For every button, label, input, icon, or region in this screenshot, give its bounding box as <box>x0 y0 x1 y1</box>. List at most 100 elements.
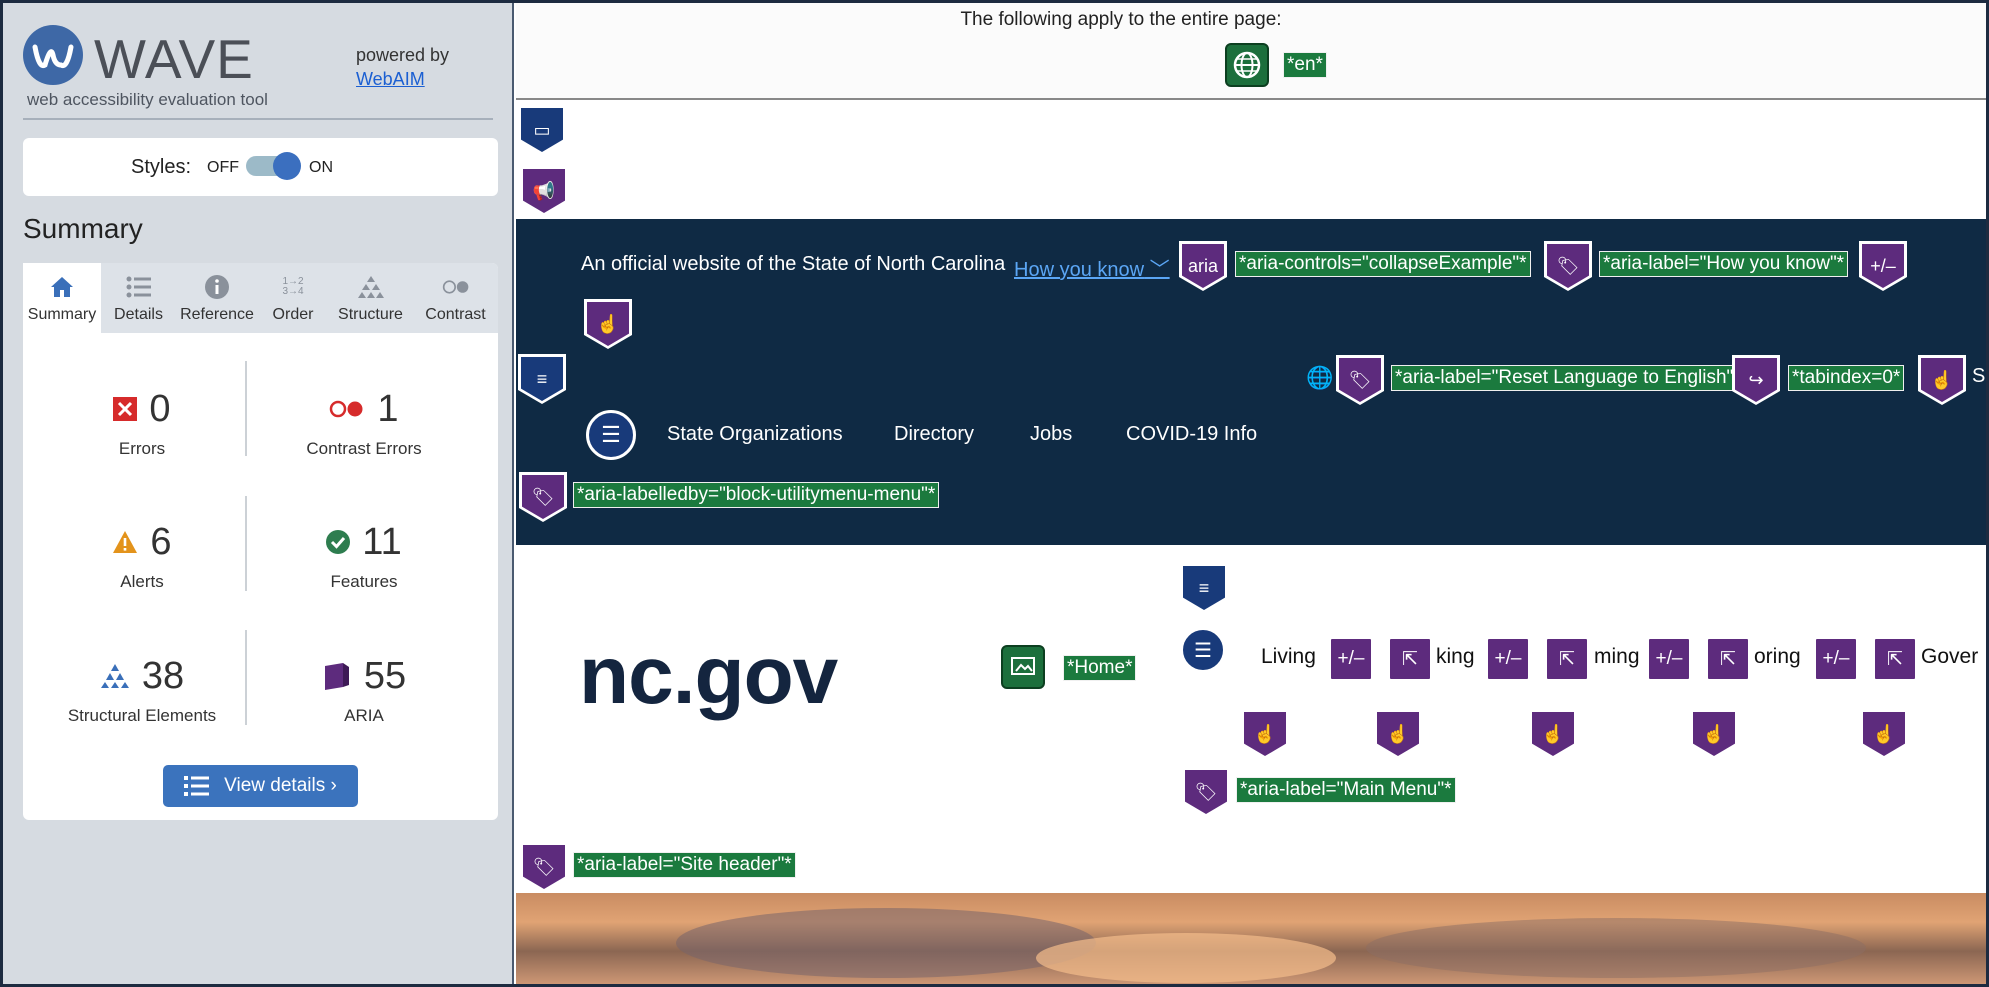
error-icon <box>113 397 138 421</box>
aria-label-reset-tag: *aria-label="Reset Language to English"* <box>1391 365 1745 391</box>
tabindex-icon[interactable]: ↪ <box>1732 355 1780 405</box>
aria-label-icon[interactable]: 🏷 <box>1336 355 1384 405</box>
tab-order[interactable]: 1→2 3→4 Order <box>258 263 328 333</box>
tab-structure[interactable]: Structure <box>328 263 413 333</box>
menu-item-government[interactable]: Gover <box>1921 645 1978 669</box>
aria-label-site-header-tag: *aria-label="Site header"* <box>573 852 796 878</box>
screenshot-frame: WAVE web accessibility evaluation tool p… <box>0 0 1989 987</box>
aria-tabindex-icon[interactable]: ☝ <box>1374 709 1422 759</box>
styles-label: Styles: <box>131 156 192 178</box>
tab-contrast[interactable]: Contrast <box>413 263 498 333</box>
aria-labelledby-tag: *aria-labelledby="block-utilitymenu-menu… <box>573 482 940 508</box>
view-details-button[interactable]: View details › <box>163 765 358 807</box>
evaluated-page: The following apply to the entire page: … <box>516 3 1986 984</box>
aria-tabindex-icon[interactable]: ☝ <box>1690 709 1738 759</box>
tab-summary[interactable]: Summary <box>23 263 101 333</box>
nav-jobs[interactable]: Jobs <box>1030 423 1072 446</box>
stat-contrast-errors[interactable]: 1 Contrast Errors <box>259 385 469 459</box>
aria-label-icon[interactable]: 🏷 <box>520 842 568 892</box>
tabs-bar: Summary Details Reference 1→2 3→4 Order … <box>23 263 498 333</box>
nav-covid-info[interactable]: COVID-19 Info <box>1126 423 1257 446</box>
stat-features[interactable]: 11 Features <box>259 518 469 592</box>
header-region-icon[interactable]: ▭ <box>518 105 566 155</box>
aria-count: 55 <box>363 654 407 697</box>
linked-image-icon[interactable] <box>1001 645 1045 689</box>
aria-popup-icon[interactable]: ⇱ <box>1706 637 1750 681</box>
features-label: Features <box>330 572 398 591</box>
summary-heading: Summary <box>23 213 143 244</box>
aria-expanded-icon[interactable]: +/– <box>1859 241 1907 291</box>
aria-label-icon[interactable]: 🏷 <box>1182 767 1230 817</box>
site-utility-header: An official website of the State of Nort… <box>516 219 1986 545</box>
wave-tagline: web accessibility evaluation tool <box>27 90 268 109</box>
aria-popup-icon[interactable]: ⇱ <box>1873 637 1917 681</box>
stat-aria[interactable]: 55 ARIA <box>259 652 469 726</box>
aria-popup-icon[interactable]: ⇱ <box>1388 637 1432 681</box>
aria-icon[interactable]: aria <box>1179 241 1227 291</box>
aria-popup-icon[interactable]: ⇱ <box>1545 637 1589 681</box>
stat-structural[interactable]: 38 Structural Elements <box>37 652 247 726</box>
structure-icon <box>100 664 129 688</box>
wave-logo: WAVE web accessibility evaluation tool p… <box>23 25 493 120</box>
aria-expanded-icon[interactable]: +/– <box>1647 637 1691 681</box>
aria-expanded-icon[interactable]: +/– <box>1814 637 1858 681</box>
official-site-text: An official website of the State of Nort… <box>581 253 1006 275</box>
globe-icon[interactable]: 🌐 <box>1306 365 1333 391</box>
aria-alert-icon[interactable]: 📢 <box>520 166 568 216</box>
tab-reference[interactable]: Reference <box>176 263 258 333</box>
list-icon[interactable]: ☰ <box>586 410 636 460</box>
aria-tabindex-icon[interactable]: ☝ <box>1918 355 1966 405</box>
home-icon <box>48 273 76 301</box>
site-brand-header: nc.gov *Home* ≡ ☰ Living +/– ⇱ king +/– … <box>516 545 1986 895</box>
aria-expanded-icon[interactable]: +/– <box>1329 637 1373 681</box>
truncated-text: S <box>1972 365 1986 387</box>
hero-cloud <box>1366 918 1866 978</box>
wave-sidebar: WAVE web accessibility evaluation tool p… <box>3 3 514 984</box>
aria-label-icon[interactable]: 🏷 <box>519 472 567 522</box>
aria-tabindex-icon[interactable]: ☝ <box>1529 709 1577 759</box>
wave-wordmark: WAVE <box>94 28 254 90</box>
order-icon: 1→2 3→4 <box>282 276 304 297</box>
menu-item-working[interactable]: king <box>1436 645 1475 669</box>
structural-count: 38 <box>141 654 185 697</box>
styles-card: Styles: OFF ON <box>23 138 498 196</box>
stat-alerts[interactable]: 6 Alerts <box>37 518 247 592</box>
stat-errors[interactable]: 0 Errors <box>37 385 247 459</box>
language-globe-icon[interactable] <box>1225 43 1269 87</box>
list-icon[interactable]: ☰ <box>1180 627 1226 673</box>
summary-panel: Summary Details Reference 1→2 3→4 Order … <box>23 263 498 820</box>
alerts-label: Alerts <box>120 572 164 591</box>
errors-count: 0 <box>149 387 171 430</box>
page-level-note: The following apply to the entire page: <box>960 9 1282 30</box>
aria-label: ARIA <box>344 706 384 725</box>
navigation-region-icon[interactable]: ≡ <box>1180 563 1228 613</box>
alert-icon <box>113 531 138 553</box>
aria-label-icon[interactable]: 🏷 <box>1544 241 1592 291</box>
nav-state-organizations[interactable]: State Organizations <box>667 423 843 446</box>
nav-directory[interactable]: Directory <box>894 423 974 446</box>
page-level-annotations: The following apply to the entire page: … <box>516 3 1986 100</box>
webaim-link[interactable]: WebAIM <box>356 69 425 90</box>
hero-cloud <box>1036 933 1336 983</box>
aria-tabindex-icon[interactable]: ☝ <box>584 299 632 349</box>
navigation-region-icon[interactable]: ≡ <box>518 354 566 404</box>
menu-item-living[interactable]: Living <box>1261 645 1316 669</box>
nc-gov-logo[interactable]: nc.gov <box>579 629 838 723</box>
toggle-knob[interactable] <box>273 152 301 180</box>
how-you-know-link[interactable]: How you know ﹀ <box>1014 253 1170 282</box>
contrast-error-icon <box>330 400 363 418</box>
styles-toggle[interactable] <box>246 152 301 180</box>
tab-details[interactable]: Details <box>101 263 176 333</box>
structural-label: Structural Elements <box>67 706 217 725</box>
contrast-errors-count: 1 <box>377 387 399 430</box>
view-details-label: View details › <box>224 775 337 796</box>
aria-tabindex-icon[interactable]: ☝ <box>1241 709 1289 759</box>
styles-on-label: ON <box>309 159 333 176</box>
menu-item-visiting[interactable]: ming <box>1594 645 1640 669</box>
menu-item-exploring[interactable]: oring <box>1754 645 1801 669</box>
features-count: 11 <box>362 520 402 563</box>
aria-expanded-icon[interactable]: +/– <box>1486 637 1530 681</box>
list-icon <box>184 776 210 796</box>
styles-off-label: OFF <box>207 159 239 176</box>
aria-tabindex-icon[interactable]: ☝ <box>1860 709 1908 759</box>
